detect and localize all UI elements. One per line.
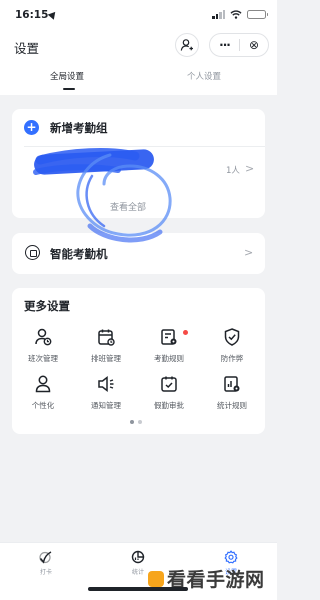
smart-attendance-machine-row[interactable]: 智能考勤机 >	[12, 233, 265, 274]
close-button[interactable]: ⊗	[240, 34, 268, 56]
nav-check-in[interactable]: 打卡	[21, 550, 71, 576]
statistics-icon	[131, 550, 145, 564]
new-attendance-group-button[interactable]: 新增考勤组	[50, 120, 108, 136]
location-arrow-icon	[47, 9, 59, 20]
grid-item-notification-management[interactable]: 通知管理	[75, 374, 137, 411]
status-icons	[212, 10, 268, 19]
tab-global-settings[interactable]: 全局设置	[50, 70, 84, 82]
page-indicator	[130, 420, 142, 424]
more-options-button[interactable]: ···	[210, 34, 239, 56]
grid-label: 通知管理	[91, 401, 121, 410]
status-bar: 16:15	[0, 0, 277, 30]
battery-icon	[247, 10, 268, 19]
settings-gear-icon	[224, 550, 238, 564]
page-dot	[138, 420, 142, 424]
header: 设置 ··· ⊗ 全局设置 个人设置	[0, 30, 277, 95]
add-person-icon	[180, 39, 193, 51]
divider	[24, 146, 265, 147]
grid-label: 个性化	[31, 401, 55, 410]
active-tab-indicator	[63, 88, 75, 90]
statistics-rules-icon	[224, 376, 240, 392]
grid-item-shift-management[interactable]: 班次管理	[12, 327, 74, 364]
shift-management-icon	[35, 328, 52, 346]
member-count: 1人	[226, 166, 240, 176]
personalization-icon	[35, 375, 51, 393]
chevron-right-icon[interactable]: >	[245, 162, 254, 175]
more-settings-card: 更多设置 班次管理 排班管理 考勤规则 防作弊 个性化 通知管理 假勤审批 统计…	[12, 288, 265, 434]
grid-label: 排班管理	[91, 354, 121, 363]
grid-item-personalization[interactable]: 个性化	[12, 374, 74, 411]
attendance-group-card: + 新增考勤组 1人 > 查看全部	[12, 109, 265, 218]
tab-personal-settings[interactable]: 个人设置	[187, 70, 221, 82]
notification-badge	[183, 330, 188, 335]
grid-label: 防作弊	[220, 354, 244, 363]
cellular-signal-icon	[212, 10, 225, 19]
redacted-group-name	[33, 148, 155, 176]
grid-item-statistics-rules[interactable]: 统计规则	[201, 374, 263, 411]
add-member-button[interactable]	[175, 33, 199, 57]
leave-approval-icon	[161, 376, 177, 392]
grid-label: 班次管理	[28, 354, 58, 363]
grid-label: 假勤审批	[154, 401, 184, 410]
grid-label: 统计规则	[217, 401, 247, 410]
grid-label: 考勤规则	[154, 354, 184, 363]
nav-label: 打卡	[39, 569, 52, 576]
watermark-logo-icon	[148, 570, 164, 587]
status-time: 16:15	[15, 9, 49, 21]
grid-item-scheduling[interactable]: 排班管理	[75, 327, 137, 364]
mini-program-capsule: ··· ⊗	[209, 33, 269, 57]
grid-item-anti-cheat[interactable]: 防作弊	[201, 327, 263, 364]
view-all-link[interactable]: 查看全部	[110, 200, 146, 213]
grid-item-attendance-rules[interactable]: 考勤规则	[138, 327, 200, 364]
grid-item-leave-approval[interactable]: 假勤审批	[138, 374, 200, 411]
scheduling-icon	[98, 329, 115, 346]
attendance-rules-icon	[161, 329, 177, 345]
page-dot-active	[130, 420, 134, 424]
section-title: 更多设置	[24, 299, 70, 313]
smart-attendance-label: 智能考勤机	[50, 247, 108, 261]
check-in-icon	[39, 551, 52, 564]
notification-icon	[98, 375, 114, 393]
attendance-machine-icon	[25, 245, 40, 260]
home-indicator	[88, 587, 188, 591]
add-circle-icon[interactable]: +	[24, 120, 39, 135]
anti-cheat-shield-icon	[224, 328, 240, 346]
page-title: 设置	[14, 41, 40, 56]
chevron-right-icon: >	[244, 246, 254, 259]
wifi-icon	[230, 10, 242, 19]
